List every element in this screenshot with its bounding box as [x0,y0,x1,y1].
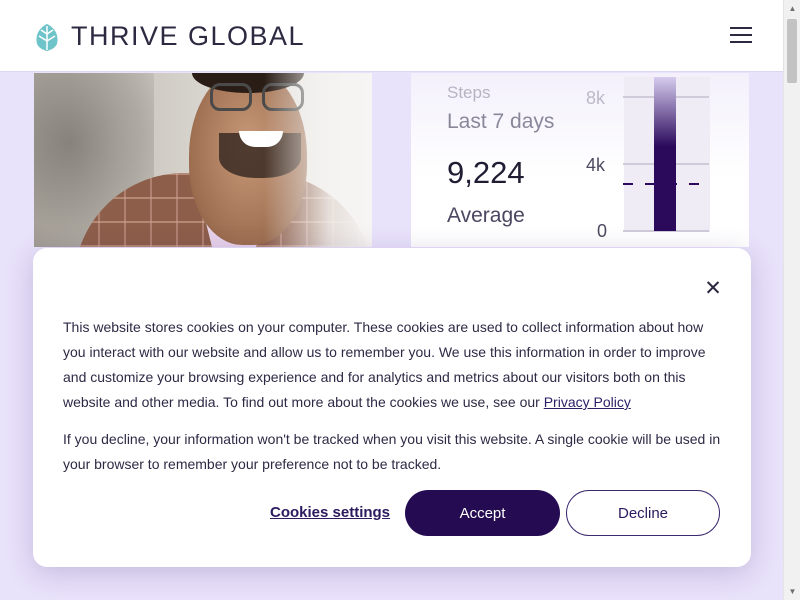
brand-name: THRIVE GLOBAL [71,21,306,51]
steps-title: Steps [447,83,491,102]
steps-average-value: 9,224 [447,155,525,190]
tick-label-4k: 4k [586,155,606,175]
site-header: THRIVE GLOBAL [0,0,783,72]
steps-summary-card: Steps Last 7 days 9,224 Average 8k 4k 0 [411,73,749,247]
thrive-global-logo[interactable]: THRIVE GLOBAL [33,21,305,52]
privacy-policy-link[interactable]: Privacy Policy [544,394,631,410]
close-icon[interactable]: ✕ [703,278,723,299]
cookies-settings-link[interactable]: Cookies settings [270,504,390,521]
steps-value-caption: Average [447,204,525,227]
page-scrollbar[interactable]: ▲ ▼ [783,0,800,600]
scroll-up-arrow-icon[interactable]: ▲ [784,0,800,17]
scrollbar-thumb[interactable] [787,19,797,83]
cookie-decline-note: If you decline, your information won't b… [63,431,721,472]
tick-label-0: 0 [597,221,607,241]
decline-button[interactable]: Decline [566,490,720,536]
hamburger-menu-icon[interactable] [730,27,752,45]
leaf-logo-icon [36,23,58,51]
steps-bar-chart: 8k 4k 0 [586,77,710,241]
steps-bar [654,77,676,231]
scroll-down-arrow-icon[interactable]: ▼ [784,583,800,600]
cookie-consent-dialog: ✕ This website stores cookies on your co… [33,248,751,567]
tick-label-8k: 8k [586,88,606,108]
accept-button[interactable]: Accept [405,490,560,536]
steps-period: Last 7 days [447,110,555,133]
cookie-description: This website stores cookies on your comp… [63,315,727,415]
hero-photo-smiling-man [34,73,372,247]
